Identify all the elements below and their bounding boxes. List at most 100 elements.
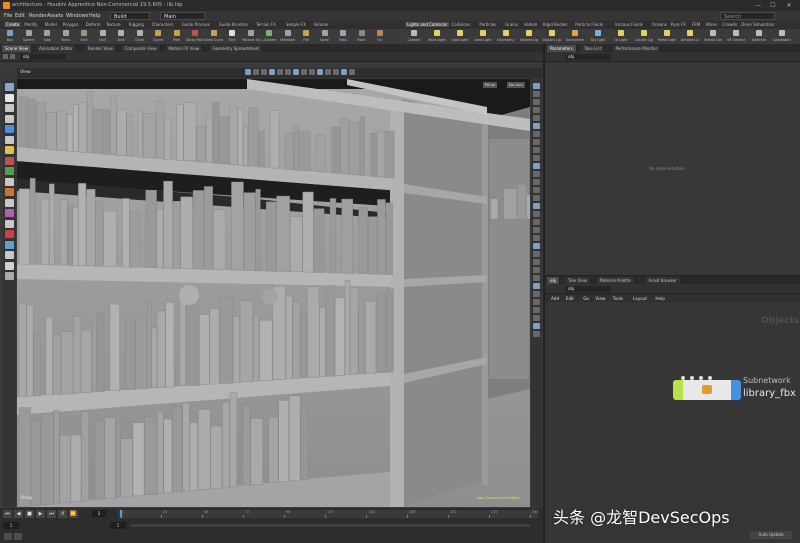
node-input-connector[interactable]: [681, 376, 685, 380]
playback-button-5[interactable]: ↺: [58, 510, 67, 518]
node-display-flag[interactable]: [731, 380, 741, 400]
tool-platonic-solids[interactable]: Platonic Solids: [242, 29, 260, 44]
tool-sky-light[interactable]: Sky Light: [590, 29, 606, 44]
left-tool-icon[interactable]: [5, 251, 14, 259]
left-tool-icon[interactable]: [5, 261, 14, 270]
menu-render[interactable]: Render: [29, 13, 47, 19]
shelf-tab-volume[interactable]: Volume: [314, 22, 329, 27]
viewport-display-option-icon[interactable]: [301, 69, 307, 75]
display-toggle-icon[interactable]: [533, 291, 540, 297]
tool-environment-light[interactable]: Environment Light: [566, 29, 584, 44]
shelf-tab-guide-brushes[interactable]: Guide Brushes: [219, 22, 248, 27]
tab-render-view[interactable]: Render View: [85, 45, 118, 52]
forward-arrow-icon[interactable]: [10, 54, 15, 59]
end-frame-field[interactable]: 1: [110, 522, 126, 529]
tool-l-system[interactable]: L-System: [261, 29, 277, 44]
network-menu-go[interactable]: Go: [583, 296, 589, 301]
start-frame-field[interactable]: 1: [3, 522, 19, 529]
viewport-display-option-icon[interactable]: [309, 69, 315, 75]
tool-switcher[interactable]: Switcher: [752, 29, 766, 44]
node-body[interactable]: [683, 380, 731, 400]
display-toggle-icon[interactable]: [533, 179, 540, 185]
channel-icon[interactable]: [14, 533, 22, 540]
network-menu-tools[interactable]: Tools: [613, 296, 623, 301]
shelf-tab-polygon[interactable]: Polygon: [63, 22, 79, 27]
tab-parameters[interactable]: Parameters: [547, 45, 577, 52]
tab-asset-browser[interactable]: Asset Browser: [645, 277, 681, 284]
display-toggle-icon[interactable]: [533, 283, 540, 289]
tool-portal-light[interactable]: Portal Light: [658, 29, 676, 44]
viewport-display-option-icon[interactable]: [293, 69, 299, 75]
tool-vr-camera[interactable]: VR Camera: [727, 29, 745, 44]
context-dropdown[interactable]: Main: [160, 12, 205, 20]
viewport-display-option-icon[interactable]: [285, 69, 291, 75]
display-toggle-icon[interactable]: [533, 139, 540, 145]
tool-area-light[interactable]: Area Light: [475, 29, 491, 44]
shelf-tab-rigid-bodies[interactable]: Rigid Bodies: [543, 22, 568, 27]
persp-menu[interactable]: Persp: [483, 82, 497, 88]
left-tool-icon[interactable]: [5, 272, 14, 280]
tool-path[interactable]: Path: [170, 29, 184, 44]
tab-geometry-spreadsheet[interactable]: Geometry Spreadsheet: [209, 45, 263, 52]
menu-edit[interactable]: Edit: [15, 13, 25, 19]
network-menu-help[interactable]: Help: [655, 296, 665, 301]
menu-help[interactable]: Help: [89, 13, 100, 19]
shelf-tab-particles[interactable]: Particles: [479, 22, 496, 27]
display-toggle-icon[interactable]: [533, 123, 540, 129]
tool-spot-light[interactable]: Spot Light: [452, 29, 468, 44]
back-arrow-icon[interactable]: [3, 54, 8, 59]
tool-line[interactable]: Line: [114, 29, 128, 44]
tool-caustic-light[interactable]: Caustic Light: [635, 29, 653, 44]
viewport-display-option-icon[interactable]: [261, 69, 267, 75]
node-input-connector[interactable]: [690, 376, 694, 380]
shelf-tab-drive-simulation[interactable]: Drive Simulation: [741, 22, 774, 27]
left-tool-icon[interactable]: [5, 219, 14, 228]
display-toggle-icon[interactable]: [533, 219, 540, 225]
display-toggle-icon[interactable]: [533, 315, 540, 321]
tool-file[interactable]: File: [299, 29, 313, 44]
left-tool-icon[interactable]: [5, 146, 14, 154]
tool-gi-light[interactable]: GI Light: [614, 29, 628, 44]
shelf-tab-terrain-fx[interactable]: Terrain FX: [256, 22, 276, 27]
left-tool-icon[interactable]: [5, 230, 14, 238]
tool-ambient-light[interactable]: Ambient Light: [681, 29, 699, 44]
tool-box[interactable]: Box: [3, 29, 17, 44]
display-toggle-icon[interactable]: [533, 107, 540, 113]
shelf-tab-simple-fx[interactable]: Simple FX: [286, 22, 306, 27]
tool-stereo-camera[interactable]: Stereo Camera: [704, 29, 722, 44]
menu-windows[interactable]: Windows: [66, 13, 88, 19]
tab-motion-fx-view[interactable]: Motion FX View: [165, 45, 204, 52]
display-toggle-icon[interactable]: [533, 203, 540, 209]
network-menu-add[interactable]: Add: [551, 296, 559, 301]
tab-animation-editor[interactable]: Animation Editor: [36, 45, 77, 52]
shelf-tab-grains[interactable]: Grains: [505, 22, 518, 27]
playback-button-2[interactable]: ■: [25, 510, 34, 518]
viewport-display-option-icon[interactable]: [245, 69, 251, 75]
shelf-tab-particle-fluids[interactable]: Particle Fluids: [575, 22, 603, 27]
menu-file[interactable]: File: [4, 13, 12, 19]
display-toggle-icon[interactable]: [533, 115, 540, 121]
tab-take-list[interactable]: Take List: [581, 45, 606, 52]
tool-torus[interactable]: Torus: [59, 29, 73, 44]
display-toggle-icon[interactable]: [533, 83, 540, 89]
left-tool-icon[interactable]: [5, 114, 14, 123]
display-toggle-icon[interactable]: [533, 275, 540, 281]
left-tool-icon[interactable]: [5, 135, 14, 144]
display-toggle-icon[interactable]: [533, 243, 540, 249]
node-bypass-flag[interactable]: [673, 380, 683, 400]
display-toggle-icon[interactable]: [533, 163, 540, 169]
display-toggle-icon[interactable]: [533, 155, 540, 161]
shelf-tab-oceans[interactable]: Oceans: [652, 22, 667, 27]
network-menu-layout[interactable]: Layout: [633, 296, 647, 301]
left-tool-icon[interactable]: [5, 167, 14, 175]
playback-button-0[interactable]: ⏮: [3, 510, 12, 518]
display-toggle-icon[interactable]: [533, 235, 540, 241]
tool-null[interactable]: Null: [96, 29, 110, 44]
tool-point-light[interactable]: Point Light: [428, 29, 446, 44]
viewport-display-option-icon[interactable]: [253, 69, 259, 75]
tool-spray-paint[interactable]: Spray Paint: [186, 29, 204, 44]
shelf-tab-collisions[interactable]: Collisions: [451, 22, 470, 27]
tool-volume-light[interactable]: Volume Light: [520, 29, 538, 44]
network-menu-view[interactable]: View: [595, 296, 605, 301]
subnetwork-node[interactable]: [673, 380, 743, 400]
